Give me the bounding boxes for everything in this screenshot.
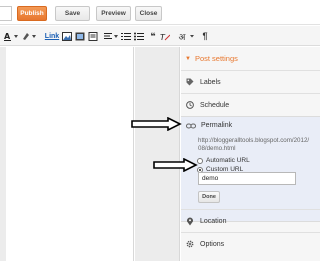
numbered-list-icon[interactable] [121, 30, 131, 42]
preview-button[interactable]: Preview [96, 6, 131, 21]
sidebar-item-label: Schedule [200, 101, 230, 109]
ltr-icon[interactable]: ¶ [200, 30, 210, 42]
post-settings-sidebar: ▼ Post settings Labels Schedule Permalin… [181, 47, 320, 261]
location-pin-icon [186, 217, 194, 225]
text-color-icon[interactable]: A [4, 30, 20, 42]
top-bar: Publish Save Preview Close [0, 0, 320, 25]
tag-icon [186, 78, 194, 86]
bullet-list-icon[interactable] [134, 30, 144, 42]
permalink-url-line2: 08/demo.html [198, 145, 236, 152]
highlight-color-icon[interactable] [22, 30, 38, 42]
format-toolbar: A Link ❝ T अ ¶ [0, 26, 320, 46]
permalink-url-line1: http://bloggeralltools.blogspot.com/2012… [198, 137, 310, 144]
close-button[interactable]: Close [135, 6, 162, 21]
sidebar-item-schedule[interactable]: Schedule [181, 93, 320, 116]
publish-button[interactable]: Publish [17, 6, 47, 21]
jump-break-icon[interactable] [88, 30, 98, 42]
automatic-url-option[interactable]: Automatic URL [197, 157, 250, 164]
automatic-url-label: Automatic URL [206, 157, 250, 164]
custom-url-arrow-icon [153, 158, 198, 172]
sidebar-item-permalink[interactable]: Permalink [186, 122, 232, 129]
sidebar-item-labels[interactable]: Labels [181, 70, 320, 93]
done-button[interactable]: Done [198, 191, 220, 203]
video-icon[interactable] [75, 30, 85, 42]
remove-format-icon[interactable]: T [160, 30, 170, 42]
link-button[interactable]: Link [44, 30, 60, 42]
caret-down-icon: ▼ [185, 55, 191, 62]
svg-text:A: A [4, 32, 11, 41]
quote-icon[interactable]: ❝ [148, 30, 158, 42]
clock-icon [186, 101, 194, 109]
transliteration-icon[interactable]: अ [176, 30, 188, 42]
save-button[interactable]: Save [55, 6, 90, 21]
image-icon[interactable] [62, 30, 72, 42]
permalink-title: Permalink [201, 122, 233, 129]
post-editor[interactable] [6, 47, 134, 261]
post-settings-header[interactable]: ▼ Post settings [181, 47, 320, 70]
sidebar-item-options[interactable]: Options [181, 232, 320, 255]
permalink-arrow-icon [131, 117, 182, 131]
permalink-panel: Permalink http://bloggeralltools.blogspo… [181, 116, 320, 222]
permalink-url: http://bloggeralltools.blogspot.com/2012… [198, 137, 318, 153]
transliteration-dropdown-icon[interactable] [190, 30, 194, 42]
sidebar-item-location[interactable]: Location [181, 209, 320, 232]
custom-url-input[interactable]: demo [198, 172, 296, 185]
sidebar-item-label: Location [200, 217, 227, 225]
sidebar-item-label: Labels [200, 78, 221, 86]
sidebar-item-label: Options [200, 240, 225, 248]
post-title-input[interactable] [0, 6, 12, 21]
editor-gutter [135, 47, 180, 261]
gear-icon [186, 240, 194, 248]
link-icon [186, 123, 196, 129]
post-settings-title: Post settings [194, 54, 238, 63]
align-icon[interactable] [104, 30, 118, 42]
